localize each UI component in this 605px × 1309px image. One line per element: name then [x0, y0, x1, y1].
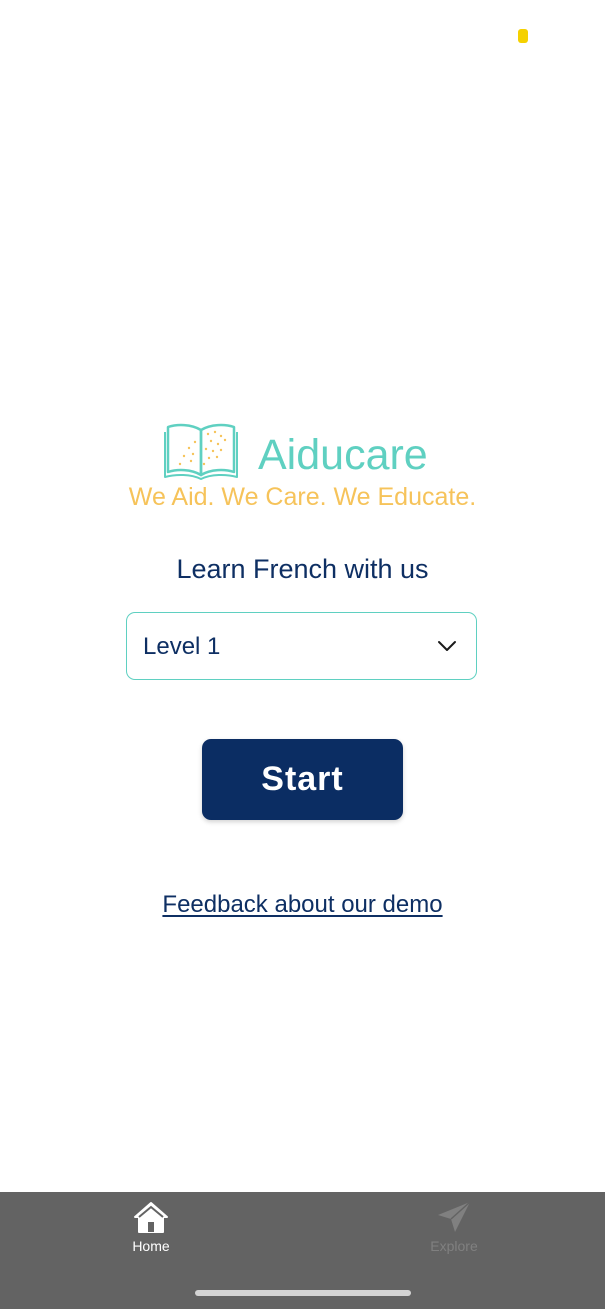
tab-home[interactable]: Home [91, 1200, 211, 1262]
home-icon [134, 1202, 168, 1233]
tab-explore-label: Explore [430, 1238, 478, 1254]
tab-home-label: Home [132, 1238, 170, 1254]
bottom-tab-bar: Home Explore [0, 1192, 605, 1309]
start-button[interactable]: Start [202, 739, 403, 820]
send-icon [438, 1201, 471, 1232]
brand-logo: Aiducare We Aid. We Care. We Educate. [0, 418, 605, 518]
open-book-icon [164, 423, 238, 480]
level-dropdown-value: Level 1 [143, 633, 221, 660]
tab-explore[interactable]: Explore [394, 1200, 514, 1262]
page-headline: Learn French with us [176, 554, 429, 584]
level-dropdown[interactable]: Level 1 [126, 612, 477, 680]
feedback-link[interactable]: Feedback about our demo [162, 891, 442, 918]
brand-name: Aiducare [258, 431, 428, 479]
brand-tagline: We Aid. We Care. We Educate. [128, 483, 477, 511]
chevron-down-icon [438, 641, 456, 651]
home-indicator [195, 1290, 411, 1296]
status-indicator-dot [518, 29, 528, 43]
feedback-link-container: Feedback about our demo [0, 888, 605, 922]
